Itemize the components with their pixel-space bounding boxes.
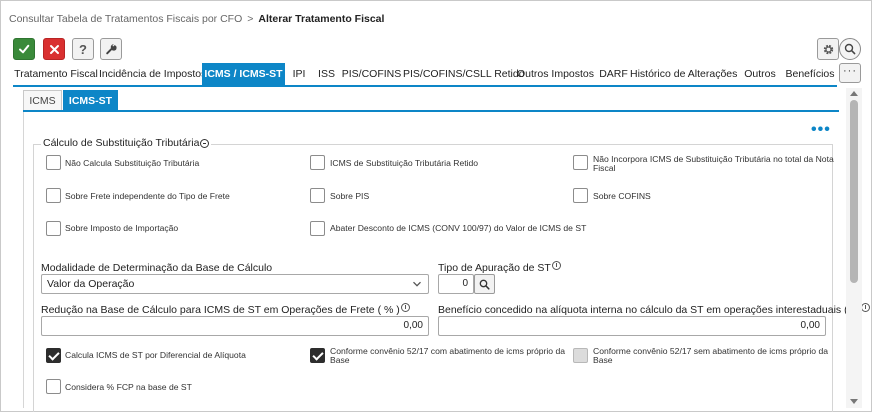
tab-pis-cofins-csll-retido[interactable]: PIS/COFINS/CSLL Retido	[403, 63, 525, 85]
section-title-text: Cálculo de Substituição Tributária	[43, 137, 200, 149]
tab-beneficios[interactable]: Benefícios	[784, 63, 836, 85]
label-nao-incorpora-line1: Não Incorpora ICMS de Substituição Tribu…	[593, 154, 834, 164]
tools-button[interactable]	[100, 38, 122, 60]
scroll-down-icon[interactable]	[850, 399, 858, 404]
checkbox-sobre-frete[interactable]	[46, 188, 61, 203]
checkbox-convenio-com-abatimento[interactable]	[310, 348, 325, 363]
search-button[interactable]	[839, 38, 861, 60]
chevron-down-icon	[413, 281, 421, 287]
label-modalidade-text: Modalidade de Determinação da Base de Cá…	[41, 262, 273, 274]
more-icon: ···	[843, 64, 857, 77]
scroll-up-icon[interactable]	[850, 91, 858, 96]
label-convenio-sem-line1: Conforme convênio 52/17 sem abatimento d…	[593, 346, 829, 356]
subtab-icms[interactable]: ICMS	[23, 90, 62, 111]
breadcrumb-parent-link[interactable]: Consultar Tabela de Tratamentos Fiscais …	[9, 13, 242, 25]
tab-tratamento-fiscal[interactable]: Tratamento Fiscal	[13, 63, 99, 85]
checkbox-nao-incorpora-icms-st[interactable]	[573, 155, 588, 170]
breadcrumb-current: Alterar Tratamento Fiscal	[258, 13, 385, 25]
tab-incidencia-impostos[interactable]: Incidência de Impostos	[99, 63, 206, 85]
checkbox-icms-st-retido[interactable]	[310, 155, 325, 170]
label-convenio-com-line1: Conforme convênio 52/17 com abatimento d…	[330, 346, 566, 356]
main-tabs-underline	[13, 85, 837, 87]
tab-outros[interactable]: Outros	[736, 63, 784, 85]
checkbox-nao-calcula-st[interactable]	[46, 155, 61, 170]
info-icon[interactable]	[400, 302, 410, 312]
info-icon[interactable]	[861, 302, 871, 312]
help-icon: ?	[79, 41, 87, 57]
search-icon	[479, 279, 490, 290]
vertical-scrollbar[interactable]	[846, 88, 862, 408]
label-sobre-pis: Sobre PIS	[330, 191, 370, 201]
close-icon	[49, 44, 59, 54]
more-tabs-button[interactable]: ···	[839, 63, 861, 83]
settings-button[interactable]	[817, 38, 839, 60]
label-nao-incorpora-line2: Fiscal	[593, 163, 616, 173]
checkbox-abater-desconto[interactable]	[310, 221, 325, 236]
label-icms-st-retido: ICMS de Substituição Tributária Retido	[330, 158, 479, 168]
label-modalidade: Modalidade de Determinação da Base de Cá…	[41, 262, 272, 274]
checkbox-considera-fcp[interactable]	[46, 379, 61, 394]
label-sobre-importacao: Sobre Imposto de Importação	[65, 223, 179, 233]
breadcrumb-separator: >	[247, 13, 254, 25]
subtab-icms-st[interactable]: ICMS-ST	[63, 90, 118, 111]
tipo-apuracao-lookup-button[interactable]	[474, 274, 495, 294]
tab-pis-cofins[interactable]: PIS/COFINS	[340, 63, 403, 85]
label-reducao-frete-text: Redução na Base de Cálculo para ICMS de …	[41, 304, 400, 316]
scrollbar-thumb[interactable]	[850, 100, 858, 283]
options-menu-button[interactable]: •••	[811, 122, 831, 138]
section-title: Cálculo de Substituição Tributária	[41, 137, 212, 149]
tab-ipi[interactable]: IPI	[285, 63, 313, 85]
modalidade-value: Valor da Operação	[47, 278, 135, 290]
tipo-apuracao-input[interactable]: 0	[438, 274, 474, 294]
cancel-button[interactable]	[43, 38, 65, 60]
label-considera-fcp: Considera % FCP na base de ST	[65, 382, 192, 392]
tab-outros-impostos[interactable]: Outros Impostos	[514, 63, 597, 85]
checkbox-sobre-cofins[interactable]	[573, 188, 588, 203]
label-sobre-cofins: Sobre COFINS	[593, 191, 651, 201]
checkbox-sobre-importacao[interactable]	[46, 221, 61, 236]
label-beneficio-text: Benefício concedido na alíquota interna …	[438, 304, 861, 316]
label-beneficio: Benefício concedido na alíquota interna …	[438, 302, 871, 316]
tab-iss[interactable]: ISS	[313, 63, 340, 85]
collapse-icon[interactable]	[200, 138, 210, 148]
label-abater-desconto: Abater Desconto de ICMS (CONV 100/97) do…	[330, 223, 587, 233]
checkbox-calcula-diferencial[interactable]	[46, 348, 61, 363]
tab-icms-icms-st[interactable]: ICMS / ICMS-ST	[202, 63, 285, 85]
check-icon	[19, 44, 30, 54]
label-sobre-frete: Sobre Frete independente do Tipo de Fret…	[65, 191, 230, 201]
search-icon	[844, 43, 856, 55]
checkbox-convenio-sem-abatimento	[573, 348, 588, 363]
reducao-frete-input[interactable]: 0,00	[41, 316, 429, 336]
label-calcula-diferencial: Calcula ICMS de ST por Diferencial de Al…	[65, 350, 246, 360]
label-reducao-frete: Redução na Base de Cálculo para ICMS de …	[41, 302, 410, 316]
label-nao-calcula-st: Não Calcula Substituição Tributária	[65, 158, 200, 168]
help-button[interactable]: ?	[72, 38, 94, 60]
checkbox-sobre-pis[interactable]	[310, 188, 325, 203]
window-frame: Consultar Tabela de Tratamentos Fiscais …	[0, 0, 872, 412]
label-convenio-sem-line2: Base	[593, 355, 613, 365]
wrench-icon	[106, 44, 117, 55]
label-tipo-apuracao: Tipo de Apuração de ST	[438, 260, 561, 274]
breadcrumb: Consultar Tabela de Tratamentos Fiscais …	[9, 13, 384, 25]
label-convenio-com-line2: Base	[330, 355, 350, 365]
beneficio-input[interactable]: 0,00	[438, 316, 826, 336]
label-tipo-apuracao-text: Tipo de Apuração de ST	[438, 262, 551, 274]
confirm-button[interactable]	[13, 38, 35, 60]
gear-icon	[823, 44, 833, 54]
tab-historico-alteracoes[interactable]: Histórico de Alterações	[630, 63, 737, 85]
modalidade-select[interactable]: Valor da Operação	[41, 274, 429, 294]
tab-darf[interactable]: DARF	[597, 63, 630, 85]
info-icon[interactable]	[551, 260, 561, 270]
